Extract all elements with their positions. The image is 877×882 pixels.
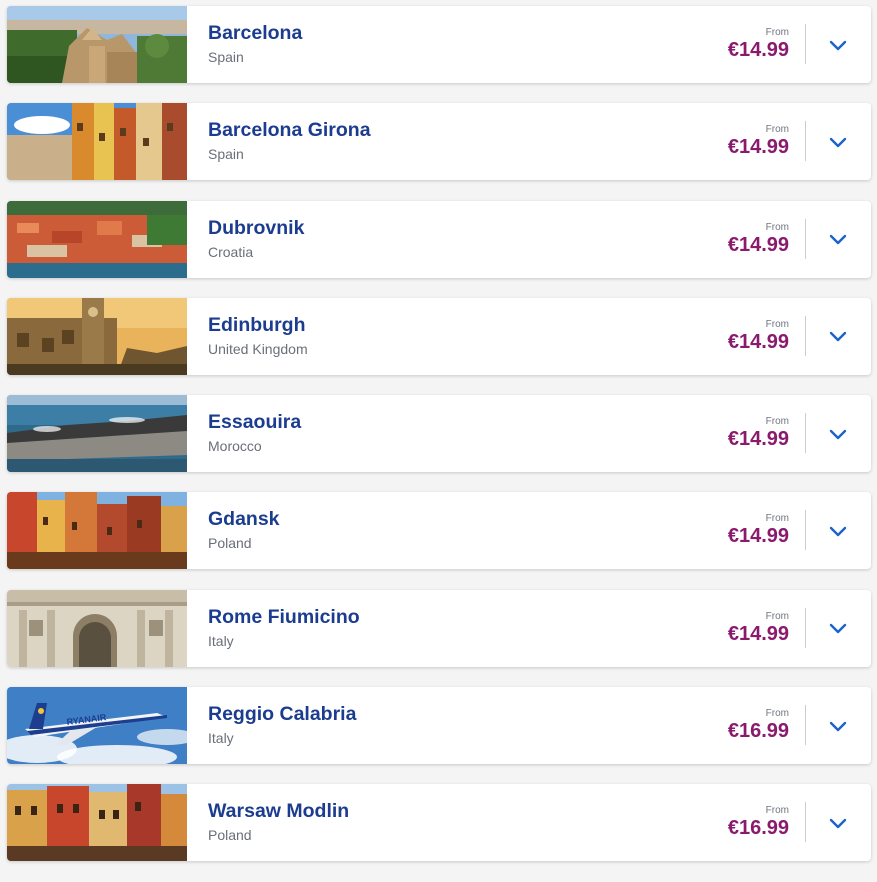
destination-city: Rome Fiumicino — [208, 605, 360, 628]
from-label: From — [765, 318, 789, 330]
from-label: From — [765, 27, 789, 38]
destination-photo — [7, 6, 187, 83]
destination-price: €14.99 — [727, 525, 789, 548]
expand-button[interactable] — [822, 32, 854, 58]
destination-card-barcelona[interactable]: Barcelona Spain From €14.99 — [7, 6, 871, 83]
chevron-down-icon — [829, 721, 847, 731]
from-label: From — [765, 416, 789, 428]
destination-list: Barcelona Spain From €14.99 Barcelona Gi… — [7, 6, 871, 882]
destination-card-essaouira[interactable]: Essaouira Morocco From €14.99 — [7, 395, 871, 473]
chevron-down-icon — [829, 234, 847, 245]
destination-city: Warsaw Modlin — [208, 800, 350, 823]
destination-photo — [7, 200, 187, 278]
destination-price: €14.99 — [727, 428, 789, 451]
destination-photo — [7, 297, 187, 375]
destination-country: Poland — [208, 535, 252, 552]
destination-country: Poland — [208, 827, 252, 844]
destination-price: €14.99 — [727, 136, 789, 159]
destination-price: €16.99 — [727, 817, 789, 840]
destination-city: Edinburgh — [208, 313, 306, 336]
destination-card-reggio-calabria[interactable]: RYANAIR Reggio Calabria Italy From €16.9… — [7, 687, 871, 765]
divider — [805, 607, 806, 648]
from-label: From — [765, 610, 789, 622]
expand-button[interactable] — [822, 713, 854, 739]
destination-card-gdansk[interactable]: Gdansk Poland From €14.99 — [7, 492, 871, 570]
destination-price: €16.99 — [727, 720, 789, 743]
destination-price: €14.99 — [727, 622, 789, 645]
destination-photo — [7, 784, 187, 862]
destination-country: Italy — [208, 730, 234, 747]
destination-city: Barcelona Girona — [208, 119, 371, 142]
divider — [805, 705, 806, 746]
destination-city: Barcelona — [208, 22, 303, 44]
destination-photo — [7, 492, 187, 570]
chevron-down-icon — [829, 137, 847, 147]
expand-button[interactable] — [822, 227, 854, 253]
destination-photo — [7, 589, 187, 667]
destination-country: Morocco — [208, 438, 262, 455]
chevron-down-icon — [829, 332, 847, 342]
from-label: From — [765, 805, 789, 817]
from-label: From — [765, 221, 789, 233]
chevron-down-icon — [829, 429, 847, 439]
destination-country: Spain — [208, 146, 244, 163]
expand-button[interactable] — [822, 129, 854, 155]
from-label: From — [765, 124, 789, 136]
destination-card-edinburgh[interactable]: Edinburgh United Kingdom From €14.99 — [7, 297, 871, 375]
destination-country: Spain — [208, 49, 244, 65]
from-label: From — [765, 513, 789, 525]
destination-country: Croatia — [208, 243, 254, 260]
chevron-down-icon — [829, 818, 847, 829]
destination-city: Dubrovnik — [208, 216, 305, 239]
expand-button[interactable] — [822, 421, 854, 447]
divider — [805, 315, 806, 356]
destination-city: Essaouira — [208, 411, 302, 434]
divider — [805, 218, 806, 259]
expand-button[interactable] — [822, 810, 854, 836]
destination-card-rome-fiumicino[interactable]: Rome Fiumicino Italy From €14.99 — [7, 589, 871, 667]
destination-photo — [7, 103, 187, 181]
destination-card-dubrovnik[interactable]: Dubrovnik Croatia From €14.99 — [7, 200, 871, 278]
divider — [805, 510, 806, 551]
destination-price: €14.99 — [727, 39, 789, 61]
divider — [805, 413, 806, 454]
destination-card-barcelona-girona[interactable]: Barcelona Girona Spain From €14.99 — [7, 103, 871, 181]
expand-button[interactable] — [822, 324, 854, 350]
destination-card-warsaw-modlin[interactable]: Warsaw Modlin Poland From €16.99 — [7, 784, 871, 862]
destination-photo — [7, 395, 187, 473]
destination-city: Gdansk — [208, 508, 280, 531]
divider — [805, 121, 806, 162]
chevron-down-icon — [829, 40, 847, 50]
destination-country: Italy — [208, 632, 234, 649]
expand-button[interactable] — [822, 518, 854, 544]
destination-country: United Kingdom — [208, 340, 308, 357]
from-label: From — [765, 708, 789, 720]
divider — [805, 24, 806, 64]
divider — [805, 802, 806, 843]
expand-button[interactable] — [822, 616, 854, 642]
destination-photo: RYANAIR — [7, 687, 187, 765]
chevron-down-icon — [829, 526, 847, 537]
destination-price: €14.99 — [727, 233, 789, 256]
destination-price: €14.99 — [727, 330, 789, 353]
chevron-down-icon — [829, 624, 847, 634]
destination-city: Reggio Calabria — [208, 703, 357, 726]
